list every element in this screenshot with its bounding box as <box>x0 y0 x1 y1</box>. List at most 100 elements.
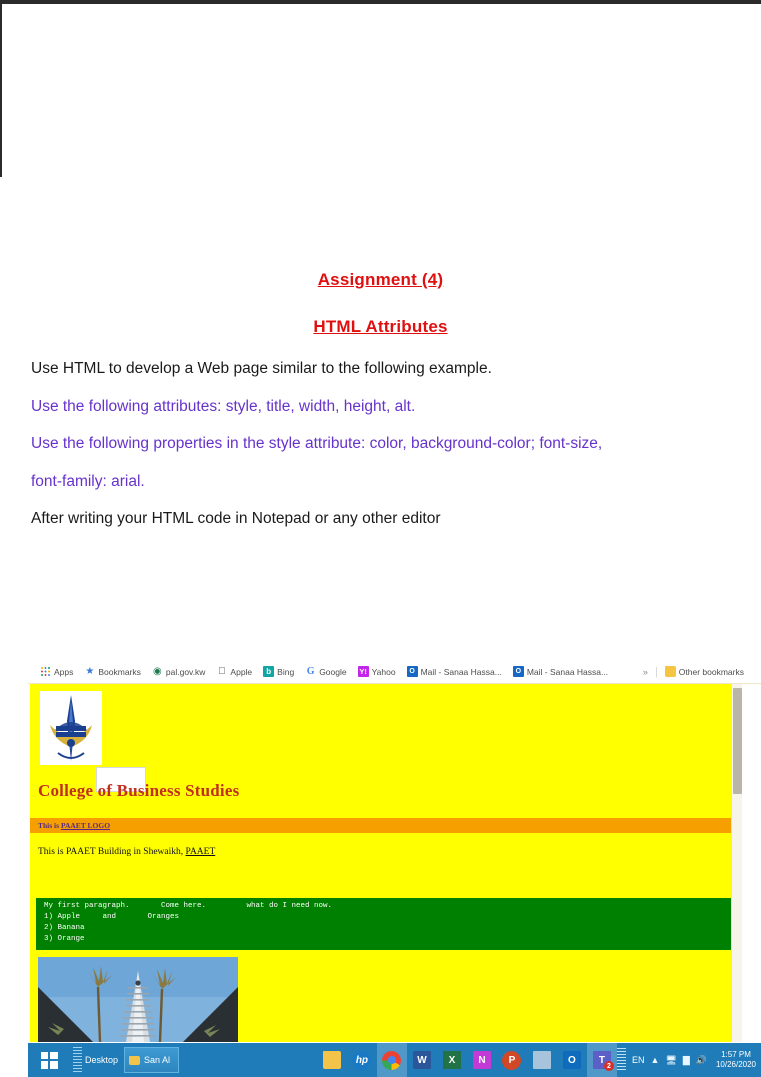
apps-grid-icon <box>40 666 51 677</box>
instruction-line-4: font-family: arial. <box>31 472 145 490</box>
battery-icon[interactable]: ▇ <box>683 1055 690 1066</box>
windows-taskbar: Desktop San Al hp W X N P O T 2 EN ▲ 🖥 ▇… <box>28 1043 761 1077</box>
bookmark-label: Bing <box>277 666 295 677</box>
document-left-border <box>0 4 2 177</box>
tray-grip-handle[interactable] <box>616 1048 626 1072</box>
taskbar-app-teams[interactable]: T 2 <box>586 1043 617 1077</box>
taskbar-app-onenote[interactable]: N <box>467 1043 497 1077</box>
bookmark-google[interactable]: G Google <box>305 665 347 677</box>
taskbar-app-file-explorer[interactable] <box>317 1043 347 1077</box>
powerpoint-icon: P <box>502 1050 522 1070</box>
green-block-line-3: 2) Banana <box>44 924 85 932</box>
system-tray: EN ▲ 🖥 ▇ 🔊 1:57 PM 10/26/2020 <box>616 1048 761 1072</box>
green-block-line-2: 1) Apple and Oranges <box>44 913 180 921</box>
taskbar-app-powerpoint[interactable]: P <box>497 1043 527 1077</box>
outlook-icon: O <box>562 1051 581 1069</box>
excel-icon: X <box>442 1051 461 1069</box>
green-block-line-4: 3) Orange <box>44 935 85 943</box>
apple-icon:  <box>216 666 227 677</box>
document-text-block: Assignment (4) HTML Attributes Use HTML … <box>0 270 761 549</box>
bookmark-bookmarks[interactable]: ★ Bookmarks <box>84 666 141 677</box>
bookmark-label: Apple <box>230 666 253 677</box>
volume-icon[interactable]: 🔊 <box>696 1055 707 1066</box>
rendered-webpage: College of Business Studies This is PAAE… <box>30 684 734 1042</box>
bookmark-label: Apps <box>54 666 74 677</box>
bookmark-label: pal.gov.kw <box>165 666 206 677</box>
language-indicator[interactable]: EN <box>632 1055 645 1065</box>
folder-icon <box>664 666 676 677</box>
clock-date: 10/26/2020 <box>715 1060 756 1069</box>
paaet-logo-image[interactable] <box>40 691 102 765</box>
instruction-line-5: After writing your HTML code in Notepad … <box>31 510 441 527</box>
network-icon[interactable]: 🖥 <box>665 1055 676 1066</box>
yahoo-icon: Y! <box>357 666 369 677</box>
browser-viewport: College of Business Studies This is PAAE… <box>28 684 761 1042</box>
bookmark-label: Google <box>319 666 347 677</box>
taskbar-item-label: San Al <box>144 1055 171 1065</box>
bookmark-other-bookmarks[interactable]: Other bookmarks <box>664 666 744 677</box>
windows-logo-icon <box>40 1051 58 1069</box>
building-caption-prefix: This is PAAET Building in Shewaikh, <box>38 847 186 857</box>
bookmark-mail-2[interactable]: O Mail - Sanaa Hassa... <box>512 666 609 677</box>
scanned-assignment-page: Assignment (4) HTML Attributes Use HTML … <box>0 0 761 1077</box>
chrome-icon <box>382 1050 402 1070</box>
instruction-line-3: Use the following properties in the styl… <box>31 435 603 452</box>
paaet-link[interactable]: PAAET <box>186 847 216 857</box>
desktop-toolbar-label[interactable]: Desktop <box>85 1055 118 1065</box>
taskbar-app-icons: hp W X N P O T 2 <box>317 1043 617 1077</box>
bookmark-apps[interactable]: Apps <box>40 666 73 677</box>
green-block-line-1: My first paragraph. Come here. what do I… <box>44 902 333 910</box>
folder-icon <box>129 1055 141 1065</box>
page-scrollbar[interactable] <box>731 684 742 1042</box>
building-caption: This is PAAET Building in Shewaikh, PAAE… <box>38 847 215 857</box>
bookmarks-overflow-button[interactable]: » <box>643 667 648 677</box>
taskbar-app-snipping-tool[interactable] <box>527 1043 557 1077</box>
clock-time: 1:57 PM <box>721 1050 751 1059</box>
outlook-mail-icon: O <box>406 666 418 677</box>
bookmark-mail-1[interactable]: O Mail - Sanaa Hassa... <box>406 666 502 677</box>
snipping-tool-icon <box>532 1051 551 1069</box>
star-icon: ★ <box>85 665 95 677</box>
taskbar-app-word[interactable]: W <box>407 1043 437 1077</box>
file-explorer-icon <box>322 1051 341 1069</box>
start-button[interactable] <box>28 1043 70 1077</box>
clock[interactable]: 1:57 PM 10/26/2020 <box>713 1050 756 1070</box>
document-top-border <box>0 0 761 4</box>
toolbar-grip-handle[interactable] <box>73 1047 82 1073</box>
taskbar-item-san-al[interactable]: San Al <box>124 1047 180 1073</box>
logo-caption-prefix: This is <box>38 821 61 830</box>
paaet-logo-caption-bar: This is PAAET LOGO <box>30 818 734 833</box>
teams-notification-badge: 2 <box>603 1061 614 1071</box>
outlook-mail-icon: O <box>512 666 524 677</box>
bookmark-label: Yahoo <box>371 666 396 677</box>
show-hidden-icons-chevron-icon[interactable]: ▲ <box>650 1055 659 1065</box>
bookmarks-bar: Apps ★ Bookmarks ◉ pal.gov.kw  Apple b … <box>28 660 761 684</box>
bookmarks-overflow-area: » | Other bookmarks <box>643 666 761 678</box>
page-title: College of Business Studies <box>38 781 240 800</box>
assignment-title: Assignment (4) <box>317 270 444 289</box>
taskbar-app-excel[interactable]: X <box>437 1043 467 1077</box>
bookmark-label: Mail - Sanaa Hassa... <box>420 666 502 677</box>
browser-screenshot: Apps ★ Bookmarks ◉ pal.gov.kw  Apple b … <box>28 660 761 1043</box>
paaet-logo-link[interactable]: PAAET LOGO <box>61 821 110 830</box>
bookmark-label: Other bookmarks <box>678 666 744 677</box>
taskbar-app-outlook[interactable]: O <box>557 1043 587 1077</box>
bookmark-yahoo[interactable]: Y! Yahoo <box>357 666 396 677</box>
bing-icon: b <box>263 666 275 677</box>
instruction-line-2: Use the following attributes: style, tit… <box>31 397 416 415</box>
bookmark-label: Mail - Sanaa Hassa... <box>526 666 609 677</box>
paaet-building-photo[interactable] <box>38 957 238 1042</box>
logo-caption: This is PAAET LOGO <box>38 821 110 830</box>
taskbar-app-hp[interactable]: hp <box>347 1043 377 1077</box>
green-paragraph-block: My first paragraph. Come here. what do I… <box>36 898 734 950</box>
bookmark-pal-gov-kw[interactable]: ◉ pal.gov.kw <box>152 665 206 677</box>
globe-icon: ◉ <box>153 665 162 677</box>
bookmark-bing[interactable]: b Bing <box>263 666 294 677</box>
viewport-right-margin <box>742 684 761 1042</box>
google-icon: G <box>306 665 315 677</box>
hp-icon: hp <box>352 1050 372 1070</box>
taskbar-app-chrome[interactable] <box>376 1043 407 1077</box>
scrollbar-thumb[interactable] <box>733 688 742 794</box>
bookmark-apple[interactable]:  Apple <box>216 666 252 677</box>
bookmark-label: Bookmarks <box>98 666 141 677</box>
